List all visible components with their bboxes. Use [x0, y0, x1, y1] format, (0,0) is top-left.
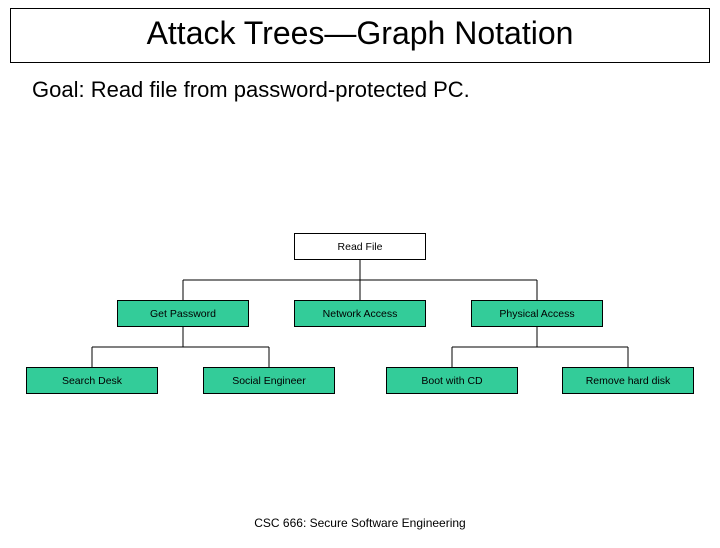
goal-text: Goal: Read file from password-protected …: [32, 77, 720, 103]
slide-footer: CSC 666: Secure Software Engineering: [0, 516, 720, 530]
node-root: Read File: [294, 233, 426, 260]
node-get-password: Get Password: [117, 300, 249, 327]
node-social-engineer: Social Engineer: [203, 367, 335, 394]
node-network-access: Network Access: [294, 300, 426, 327]
tree-connectors: [0, 233, 720, 433]
node-search-desk: Search Desk: [26, 367, 158, 394]
node-physical-access: Physical Access: [471, 300, 603, 327]
slide-title: Attack Trees—Graph Notation: [25, 15, 695, 52]
node-remove-hard-disk: Remove hard disk: [562, 367, 694, 394]
node-boot-with-cd: Boot with CD: [386, 367, 518, 394]
title-bar: Attack Trees—Graph Notation: [10, 8, 710, 63]
